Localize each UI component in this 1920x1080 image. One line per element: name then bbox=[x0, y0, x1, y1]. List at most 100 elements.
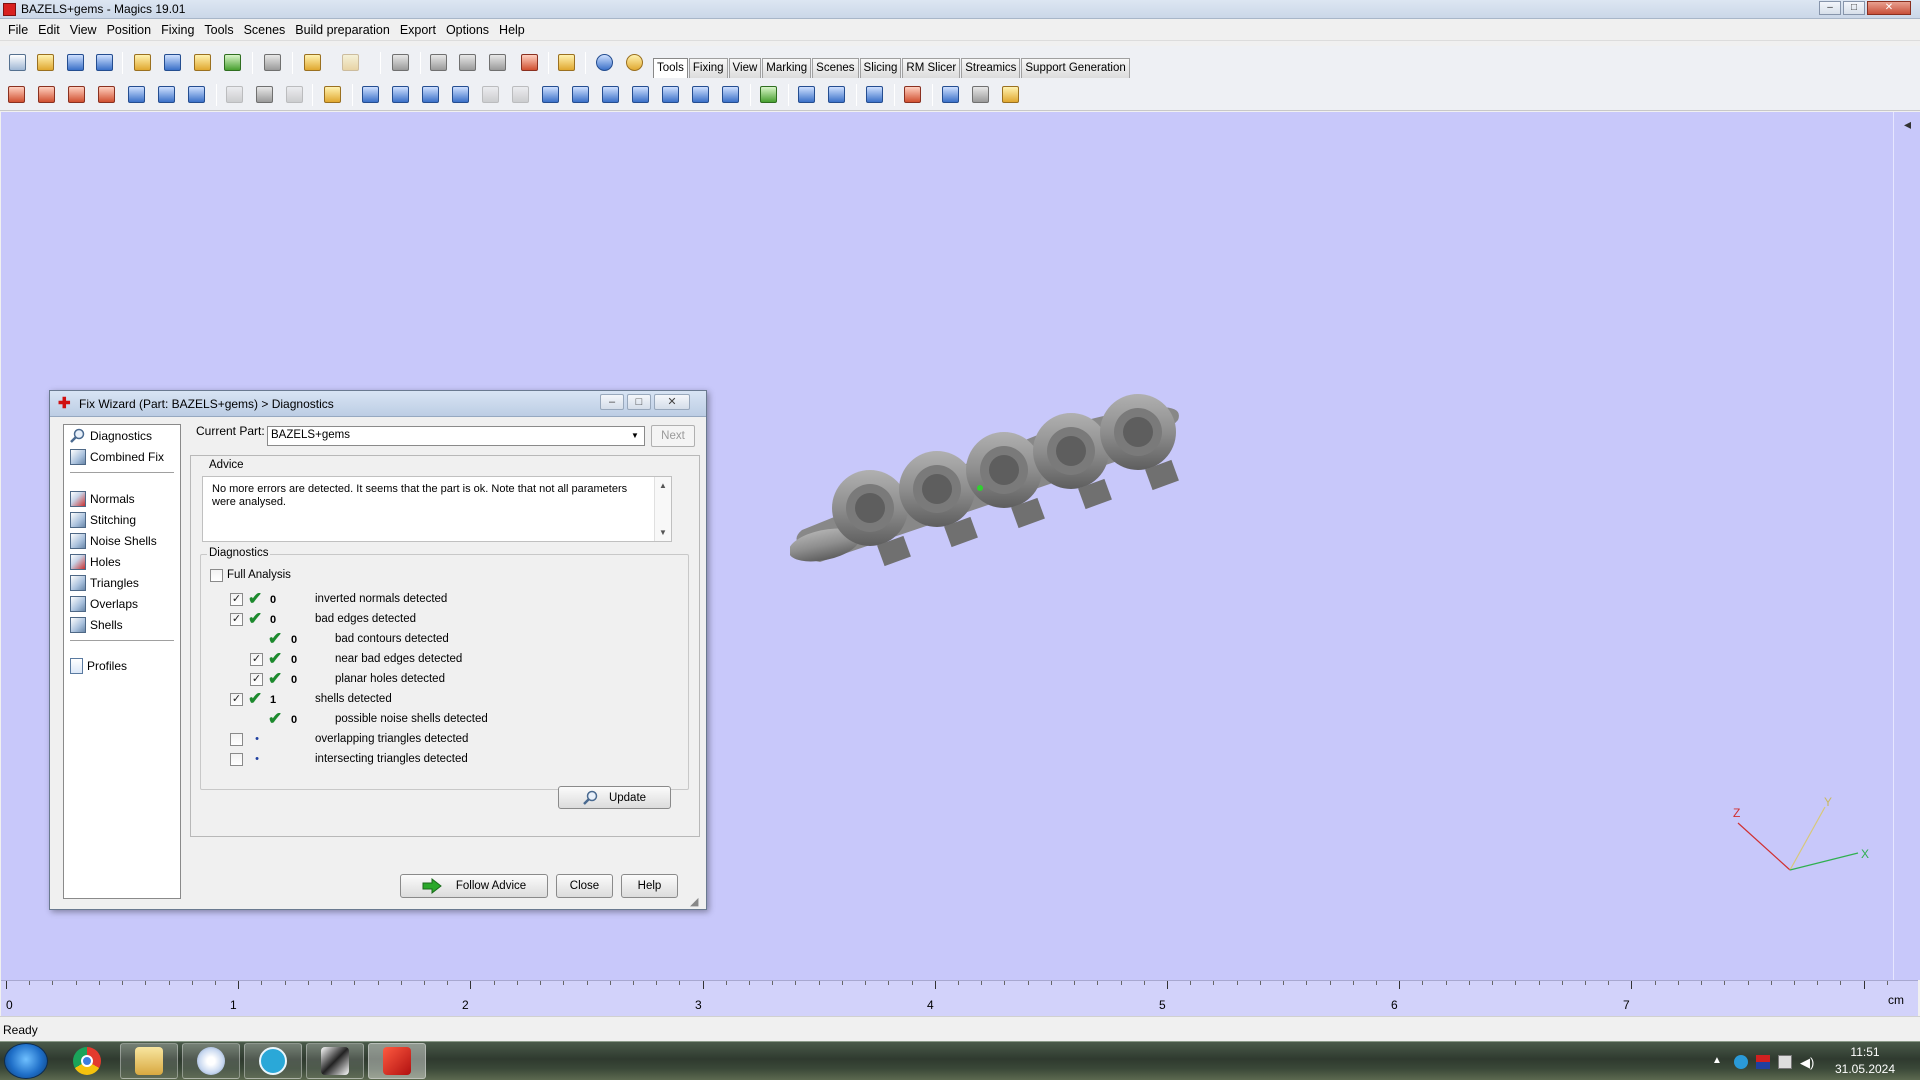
menu-edit[interactable]: Edit bbox=[34, 19, 66, 41]
surface-icon[interactable] bbox=[628, 82, 652, 106]
zoom-window-icon[interactable] bbox=[517, 50, 541, 74]
save-part-icon[interactable] bbox=[160, 50, 184, 74]
maximize-button[interactable]: □ bbox=[1843, 1, 1865, 15]
minimize-button[interactable]: – bbox=[1819, 1, 1841, 15]
nav-diagnostics[interactable]: Diagnostics bbox=[70, 428, 152, 444]
dialog-maximize-button[interactable]: □ bbox=[627, 394, 651, 410]
nav-noise-shells[interactable]: Noise Shells bbox=[70, 533, 157, 549]
cut-part-icon[interactable] bbox=[448, 82, 472, 106]
hollow-icon[interactable] bbox=[388, 82, 412, 106]
rotate-view-icon[interactable] bbox=[426, 50, 450, 74]
analyze-icon[interactable] bbox=[824, 82, 848, 106]
align-icon[interactable] bbox=[756, 82, 780, 106]
intersecting-triangles-checkbox[interactable] bbox=[230, 753, 243, 766]
pan-view-icon[interactable] bbox=[455, 50, 479, 74]
menu-tools[interactable]: Tools bbox=[200, 19, 239, 41]
load-part-icon[interactable] bbox=[190, 50, 214, 74]
smooth-icon[interactable] bbox=[658, 82, 682, 106]
interactive-rotate-icon[interactable] bbox=[94, 82, 118, 106]
extrude-icon[interactable] bbox=[568, 82, 592, 106]
dialog-close-button[interactable]: ✕ bbox=[654, 394, 690, 410]
help-button[interactable]: Help bbox=[621, 874, 678, 898]
close-button[interactable]: Close bbox=[556, 874, 613, 898]
mirror-icon[interactable] bbox=[154, 82, 178, 106]
tray-expand-icon[interactable]: ▲ bbox=[1712, 1055, 1726, 1069]
tab-tools[interactable]: Tools bbox=[653, 58, 688, 79]
dialog-minimize-button[interactable]: – bbox=[600, 394, 624, 410]
puzzle-icon[interactable] bbox=[938, 82, 962, 106]
nav-profiles[interactable]: Profiles bbox=[70, 658, 127, 674]
update-button[interactable]: Update bbox=[558, 786, 671, 809]
menu-export[interactable]: Export bbox=[396, 19, 442, 41]
redo-icon[interactable] bbox=[338, 50, 362, 74]
full-analysis-checkbox[interactable] bbox=[210, 568, 223, 582]
menu-position[interactable]: Position bbox=[103, 19, 157, 41]
nav-triangles[interactable]: Triangles bbox=[70, 575, 139, 591]
shells-checkbox[interactable]: ✓ bbox=[230, 693, 243, 706]
measure-icon[interactable] bbox=[320, 82, 344, 106]
tab-scenes[interactable]: Scenes bbox=[812, 58, 859, 78]
tab-view[interactable]: View bbox=[728, 58, 762, 78]
rotate-tool-icon[interactable] bbox=[64, 82, 88, 106]
label-icon[interactable] bbox=[418, 82, 442, 106]
boolean-icon[interactable] bbox=[358, 82, 382, 106]
resize-grip-icon[interactable]: ◢ bbox=[690, 895, 698, 908]
part-bazels-gems[interactable] bbox=[788, 390, 1200, 583]
unload-part-icon[interactable] bbox=[220, 50, 244, 74]
menu-help[interactable]: Help bbox=[495, 19, 531, 41]
v8-taskbar-icon[interactable] bbox=[244, 1043, 302, 1079]
paste-icon[interactable] bbox=[282, 82, 306, 106]
language-flag-icon[interactable] bbox=[1756, 1055, 1770, 1069]
merge-icon[interactable] bbox=[508, 82, 532, 106]
nav-stitching[interactable]: Stitching bbox=[70, 512, 136, 528]
undo-icon[interactable] bbox=[300, 50, 324, 74]
shell-icon[interactable] bbox=[598, 82, 622, 106]
offset-icon[interactable] bbox=[538, 82, 562, 106]
menu-view[interactable]: View bbox=[66, 19, 103, 41]
new-file-icon[interactable] bbox=[5, 50, 29, 74]
tab-support-generation[interactable]: Support Generation bbox=[1021, 58, 1130, 78]
current-part-select[interactable]: BAZELS+gems ▼ bbox=[267, 426, 645, 446]
chrome-taskbar-icon[interactable] bbox=[58, 1043, 116, 1079]
follow-advice-button[interactable]: Follow Advice bbox=[400, 874, 548, 898]
clock-time[interactable]: 11:51 bbox=[1830, 1045, 1900, 1059]
tab-marking[interactable]: Marking bbox=[762, 58, 812, 78]
menu-scenes[interactable]: Scenes bbox=[240, 19, 292, 41]
menu-file[interactable]: File bbox=[4, 19, 34, 41]
verify-icon[interactable] bbox=[554, 50, 578, 74]
import-part-icon[interactable] bbox=[130, 50, 154, 74]
select-part-icon[interactable] bbox=[388, 50, 412, 74]
scroll-up-icon[interactable]: ▲ bbox=[659, 479, 667, 492]
nav-overlaps[interactable]: Overlaps bbox=[70, 596, 138, 612]
clock-date[interactable]: 31.05.2024 bbox=[1830, 1062, 1900, 1076]
tab-slicing[interactable]: Slicing bbox=[859, 58, 902, 78]
menu-options[interactable]: Options bbox=[442, 19, 495, 41]
menu-fixing[interactable]: Fixing bbox=[157, 19, 200, 41]
box-icon[interactable] bbox=[688, 82, 712, 106]
start-button[interactable] bbox=[4, 1043, 48, 1079]
rescale-icon[interactable] bbox=[124, 82, 148, 106]
report-icon[interactable] bbox=[998, 82, 1022, 106]
tab-streamics[interactable]: Streamics bbox=[961, 58, 1021, 78]
overlapping-triangles-checkbox[interactable] bbox=[230, 733, 243, 746]
advice-scrollbar[interactable]: ▲ ▼ bbox=[654, 477, 671, 541]
near-bad-edges-checkbox[interactable]: ✓ bbox=[250, 653, 263, 666]
dialog-title-bar[interactable]: ✚ Fix Wizard (Part: BAZELS+gems) > Diagn… bbox=[50, 391, 706, 417]
translate-default-icon[interactable] bbox=[34, 82, 58, 106]
menu-build-preparation[interactable]: Build preparation bbox=[291, 19, 396, 41]
save-as-icon[interactable] bbox=[92, 50, 116, 74]
next-button[interactable]: Next bbox=[651, 425, 695, 447]
tab-rm-slicer[interactable]: RM Slicer bbox=[902, 58, 961, 78]
full-analysis-row[interactable]: Full Analysis bbox=[210, 567, 291, 583]
nav-normals[interactable]: Normals bbox=[70, 491, 135, 507]
tray-display-icon[interactable] bbox=[1778, 1055, 1792, 1069]
magics-taskbar-icon[interactable] bbox=[368, 1043, 426, 1079]
print-icon[interactable] bbox=[260, 50, 284, 74]
copy-icon[interactable] bbox=[252, 82, 276, 106]
nav-combined-fix[interactable]: Combined Fix bbox=[70, 449, 164, 465]
settings-icon[interactable] bbox=[900, 82, 924, 106]
inverted-normals-checkbox[interactable]: ✓ bbox=[230, 593, 243, 606]
volume-icon[interactable]: ◀) bbox=[1800, 1055, 1814, 1070]
planar-holes-checkbox[interactable]: ✓ bbox=[250, 673, 263, 686]
punch-icon[interactable] bbox=[478, 82, 502, 106]
